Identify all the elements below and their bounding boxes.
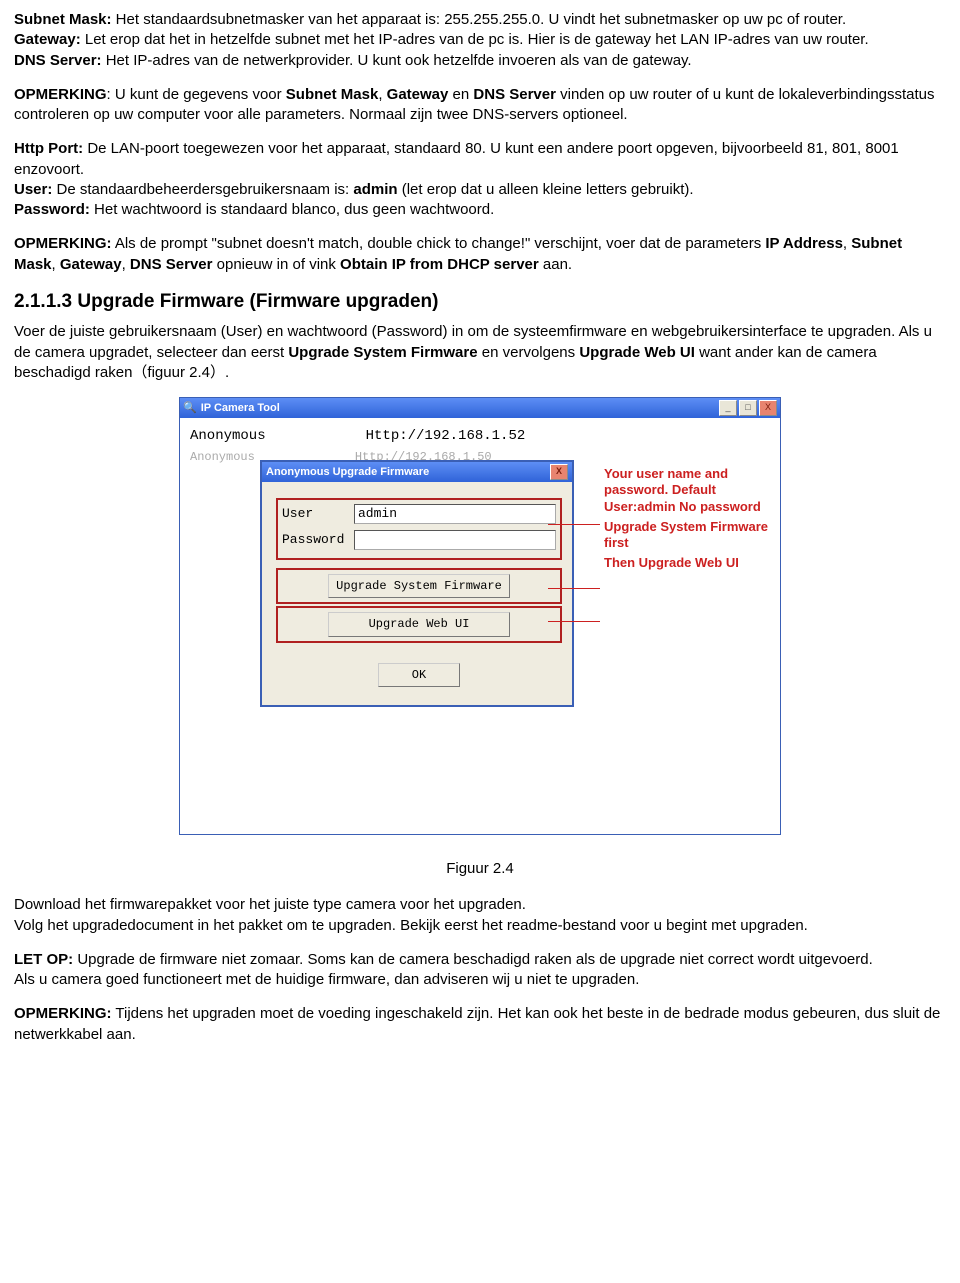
sub-dialog-title: Anonymous Upgrade Firmware bbox=[266, 465, 429, 480]
paragraph-opmerking-3: OPMERKING: Tijdens het upgraden moet de … bbox=[14, 1004, 946, 1045]
label-user: User: bbox=[14, 181, 52, 198]
label-password: Password: bbox=[14, 201, 90, 218]
annotation-line-icon bbox=[548, 621, 600, 622]
tool-titlebar: 🔍 IP Camera Tool _ □ X bbox=[180, 398, 780, 418]
window-close-button[interactable]: X bbox=[759, 400, 777, 416]
paragraph-letop: LET OP: Upgrade de firmware niet zomaar.… bbox=[14, 950, 946, 991]
password-input[interactable] bbox=[354, 530, 556, 550]
label-opmerking-3: OPMERKING: bbox=[14, 1005, 112, 1022]
paragraph-http-user-pass: Http Port: De LAN-poort toegewezen voor … bbox=[14, 139, 946, 220]
tool-title: IP Camera Tool bbox=[201, 401, 280, 416]
annotation-credentials: Your user name and password. Default Use… bbox=[604, 466, 774, 515]
paragraph-network-settings: Subnet Mask: Het standaardsubnetmasker v… bbox=[14, 10, 946, 71]
ip-camera-tool-window: 🔍 IP Camera Tool _ □ X AnonymousHttp://1… bbox=[179, 397, 781, 835]
upgrade-web-ui-button[interactable]: Upgrade Web UI bbox=[328, 612, 510, 636]
sub-dialog-titlebar: Anonymous Upgrade Firmware X bbox=[262, 462, 572, 482]
upgrade-system-firmware-button[interactable]: Upgrade System Firmware bbox=[328, 574, 510, 598]
sub-dialog-close-button[interactable]: X bbox=[550, 464, 568, 480]
camera-list-row[interactable]: AnonymousHttp://192.168.1.52 bbox=[186, 424, 774, 446]
paragraph-note-1: OPMERKING: U kunt de gegevens voor Subne… bbox=[14, 85, 946, 126]
app-icon: 🔍 bbox=[183, 401, 197, 416]
annotation-line-icon bbox=[548, 588, 600, 589]
annotation-block: Your user name and password. Default Use… bbox=[604, 466, 774, 576]
label-subnet-mask: Subnet Mask: bbox=[14, 11, 112, 28]
label-letop: LET OP: bbox=[14, 951, 73, 968]
figure-upgrade-dialog: 🔍 IP Camera Tool _ □ X AnonymousHttp://1… bbox=[14, 397, 946, 835]
annotation-upgrade-web: Then Upgrade Web UI bbox=[604, 555, 774, 571]
paragraph-note-2: OPMERKING: Als de prompt "subnet doesn't… bbox=[14, 234, 946, 275]
annotation-upgrade-system: Upgrade System Firmware first bbox=[604, 519, 774, 552]
paragraph-upgrade-intro: Voer de juiste gebruikersnaam (User) en … bbox=[14, 322, 946, 383]
user-field-label: User bbox=[282, 505, 354, 523]
ok-button[interactable]: OK bbox=[378, 663, 460, 687]
figure-caption: Figuur 2.4 bbox=[14, 859, 946, 879]
window-maximize-button[interactable]: □ bbox=[739, 400, 757, 416]
label-dns-server: DNS Server: bbox=[14, 52, 102, 69]
user-input[interactable]: admin bbox=[354, 504, 556, 524]
password-field-label: Password bbox=[282, 531, 354, 549]
window-minimize-button[interactable]: _ bbox=[719, 400, 737, 416]
annotation-line-icon bbox=[548, 524, 600, 525]
label-http-port: Http Port: bbox=[14, 140, 83, 157]
label-opmerking: OPMERKING bbox=[14, 86, 107, 103]
label-opmerking-2: OPMERKING: bbox=[14, 235, 112, 252]
label-gateway: Gateway: bbox=[14, 31, 81, 48]
paragraph-download: Download het firmwarepakket voor het jui… bbox=[14, 895, 946, 936]
upgrade-firmware-dialog: Anonymous Upgrade Firmware X User admin … bbox=[260, 460, 574, 707]
heading-upgrade-firmware: 2.1.1.3 Upgrade Firmware (Firmware upgra… bbox=[14, 289, 946, 315]
